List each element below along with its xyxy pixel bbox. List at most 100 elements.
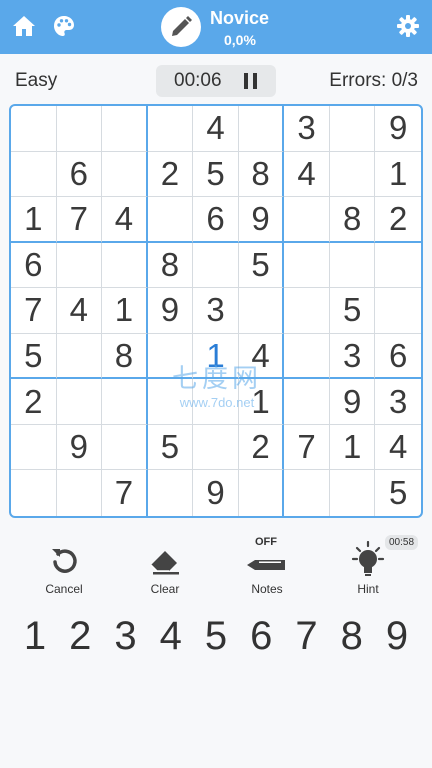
cell-r8c2[interactable]: 9 bbox=[56, 424, 103, 471]
cell-r3c7[interactable] bbox=[284, 197, 330, 243]
cell-r6c7[interactable] bbox=[284, 333, 330, 380]
cell-r1c9[interactable]: 9 bbox=[375, 106, 421, 152]
cell-r4c7[interactable] bbox=[284, 242, 330, 289]
cell-r5c2[interactable]: 4 bbox=[56, 288, 103, 334]
cell-r7c3[interactable] bbox=[102, 379, 148, 425]
numpad-7[interactable]: 7 bbox=[285, 614, 329, 662]
cell-r2c9[interactable]: 1 bbox=[375, 152, 421, 198]
hint-label: Hint bbox=[357, 582, 379, 596]
cell-r9c1[interactable] bbox=[11, 470, 57, 516]
cell-r4c4[interactable]: 8 bbox=[147, 242, 194, 289]
cell-r5c6[interactable] bbox=[238, 288, 285, 334]
cell-r2c1[interactable] bbox=[11, 151, 57, 198]
cell-r2c6[interactable]: 8 bbox=[238, 151, 285, 198]
cell-r3c9[interactable]: 2 bbox=[375, 197, 421, 243]
numpad-5[interactable]: 5 bbox=[194, 614, 238, 662]
cell-r1c1[interactable] bbox=[11, 106, 57, 152]
cell-r5c1[interactable]: 7 bbox=[11, 288, 57, 334]
cell-r7c9[interactable]: 3 bbox=[375, 379, 421, 425]
cell-r8c5[interactable] bbox=[193, 424, 239, 471]
numpad-6[interactable]: 6 bbox=[239, 614, 283, 662]
cell-r2c8[interactable] bbox=[329, 151, 376, 198]
cell-r4c9[interactable] bbox=[375, 243, 421, 289]
cell-r1c2[interactable] bbox=[56, 106, 103, 152]
cell-r3c1[interactable]: 1 bbox=[11, 197, 57, 243]
cell-r4c1[interactable]: 6 bbox=[11, 242, 57, 289]
cell-r5c4[interactable]: 9 bbox=[147, 288, 194, 334]
watermark-cn: 七度网 bbox=[171, 363, 262, 393]
cell-r3c5[interactable]: 6 bbox=[193, 197, 239, 243]
numpad-2[interactable]: 2 bbox=[58, 614, 102, 662]
eraser-icon bbox=[129, 540, 201, 580]
cell-r9c9[interactable]: 5 bbox=[375, 470, 421, 516]
cell-r4c3[interactable] bbox=[102, 242, 148, 289]
cell-r8c6[interactable]: 2 bbox=[238, 424, 285, 471]
cell-r9c6[interactable] bbox=[239, 470, 285, 516]
cell-r8c3[interactable] bbox=[102, 424, 148, 471]
cell-r1c8[interactable] bbox=[329, 106, 376, 152]
cell-r1c7[interactable]: 3 bbox=[284, 106, 330, 152]
top-bar: Novice 0,0% bbox=[0, 0, 432, 54]
progress-percent: 0,0% bbox=[224, 32, 256, 48]
cancel-button[interactable]: Cancel bbox=[28, 540, 100, 596]
cell-r9c3[interactable]: 7 bbox=[102, 470, 148, 516]
gear-icon[interactable] bbox=[394, 12, 422, 40]
number-pad: 123456789 bbox=[13, 614, 419, 662]
cell-r6c3[interactable]: 8 bbox=[102, 333, 148, 380]
cell-r3c2[interactable]: 7 bbox=[56, 197, 103, 243]
cell-r7c7[interactable] bbox=[284, 379, 330, 425]
cell-r8c8[interactable]: 1 bbox=[329, 424, 376, 471]
numpad-3[interactable]: 3 bbox=[104, 614, 148, 662]
watermark-url: www.7do.net bbox=[179, 395, 255, 410]
cell-r8c1[interactable] bbox=[11, 424, 57, 471]
cell-r9c7[interactable] bbox=[284, 470, 330, 516]
cell-r3c4[interactable] bbox=[147, 197, 194, 243]
numpad-1[interactable]: 1 bbox=[13, 614, 57, 662]
cell-r3c3[interactable]: 4 bbox=[102, 197, 148, 243]
cell-r6c1[interactable]: 5 bbox=[11, 333, 57, 380]
cell-r5c3[interactable]: 1 bbox=[102, 288, 148, 334]
cell-r9c4[interactable] bbox=[148, 470, 194, 516]
cell-r2c2[interactable]: 6 bbox=[56, 151, 103, 198]
cell-r8c4[interactable]: 5 bbox=[147, 424, 194, 471]
cell-r1c6[interactable] bbox=[238, 106, 285, 152]
cell-r4c6[interactable]: 5 bbox=[238, 242, 285, 289]
pause-icon[interactable] bbox=[244, 73, 258, 89]
cell-r4c2[interactable] bbox=[56, 242, 103, 289]
cell-r9c8[interactable] bbox=[330, 470, 376, 516]
cell-r8c9[interactable]: 4 bbox=[375, 425, 421, 471]
numpad-4[interactable]: 4 bbox=[149, 614, 193, 662]
cell-r2c5[interactable]: 5 bbox=[193, 151, 239, 198]
cell-r6c2[interactable] bbox=[56, 333, 103, 380]
numpad-9[interactable]: 9 bbox=[375, 614, 419, 662]
undo-icon bbox=[28, 540, 100, 580]
cell-r5c7[interactable] bbox=[284, 288, 330, 334]
palette-icon[interactable] bbox=[50, 12, 78, 40]
cell-r5c5[interactable]: 3 bbox=[193, 288, 239, 334]
level-title: Novice bbox=[210, 8, 270, 28]
cell-r1c5[interactable]: 4 bbox=[193, 106, 239, 152]
notes-button[interactable]: OFF Notes bbox=[231, 536, 303, 596]
cell-r5c9[interactable] bbox=[375, 288, 421, 334]
cell-r2c4[interactable]: 2 bbox=[147, 151, 194, 198]
cell-r4c5[interactable] bbox=[193, 242, 239, 289]
cell-r5c8[interactable]: 5 bbox=[329, 288, 376, 334]
numpad-8[interactable]: 8 bbox=[330, 614, 374, 662]
cell-r1c3[interactable] bbox=[102, 106, 148, 152]
cell-r2c7[interactable]: 4 bbox=[284, 151, 330, 198]
cell-r2c3[interactable] bbox=[102, 151, 148, 198]
cell-r9c5[interactable]: 9 bbox=[193, 470, 239, 516]
cell-r6c9[interactable]: 6 bbox=[375, 334, 421, 380]
cell-r3c6[interactable]: 9 bbox=[238, 197, 285, 243]
cell-r7c8[interactable]: 9 bbox=[329, 379, 376, 425]
cell-r7c1[interactable]: 2 bbox=[11, 379, 57, 425]
cell-r1c4[interactable] bbox=[147, 106, 194, 152]
cell-r3c8[interactable]: 8 bbox=[329, 197, 376, 243]
clear-button[interactable]: Clear bbox=[129, 540, 201, 596]
home-icon[interactable] bbox=[10, 12, 38, 40]
cell-r4c8[interactable] bbox=[329, 242, 376, 289]
cell-r9c2[interactable] bbox=[57, 470, 103, 516]
cell-r8c7[interactable]: 7 bbox=[284, 424, 330, 471]
cell-r7c2[interactable] bbox=[56, 379, 103, 425]
cell-r6c8[interactable]: 3 bbox=[329, 333, 376, 380]
